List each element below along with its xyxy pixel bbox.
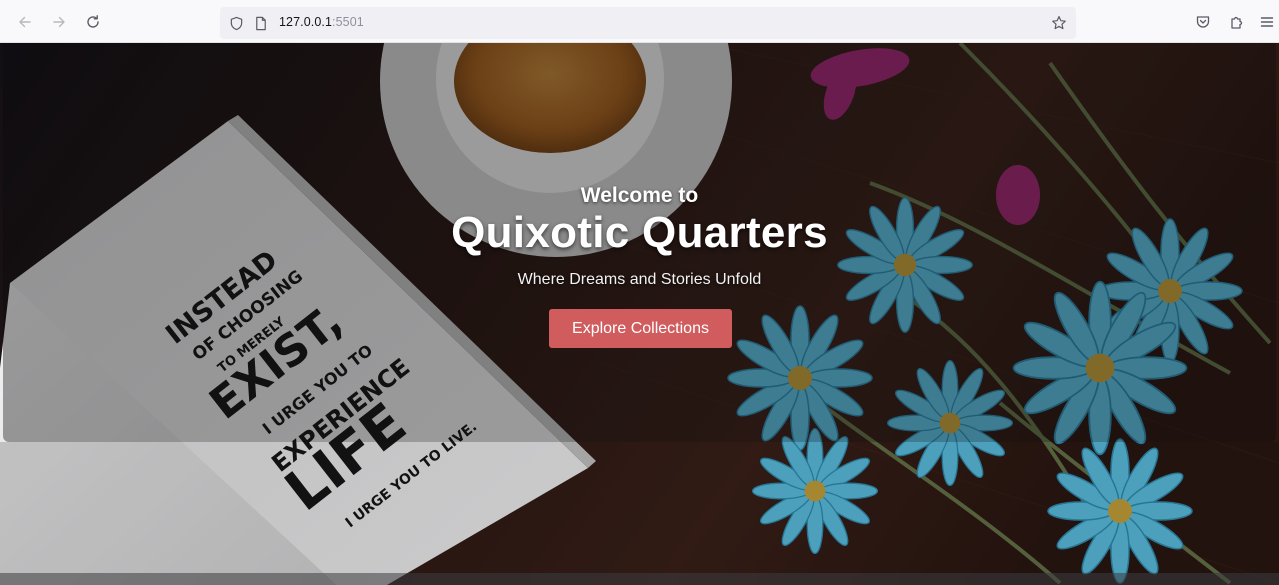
section-overlay: [0, 442, 1279, 585]
url-port: :5501: [332, 15, 364, 29]
back-button[interactable]: [11, 8, 39, 36]
address-bar[interactable]: 127.0.0.1:5501: [220, 7, 1076, 39]
url-host: 127.0.0.1: [279, 15, 333, 29]
page-icon[interactable]: [252, 14, 270, 32]
browser-toolbar: 127.0.0.1:5501: [0, 0, 1279, 43]
pocket-icon: [1196, 16, 1210, 28]
app-menu-button[interactable]: [1253, 8, 1279, 36]
welcome-text: Welcome to: [580, 184, 699, 207]
site-title: Quixotic Quarters: [451, 208, 828, 257]
extensions-button[interactable]: [1223, 8, 1251, 36]
webpage: INSTEAD OF CHOOSING TO MERELY EXIST, I U…: [0, 43, 1279, 585]
arrow-left-icon: [19, 16, 31, 28]
hamburger-menu-icon: [1260, 17, 1274, 27]
star-icon[interactable]: [1050, 14, 1068, 32]
shield-icon[interactable]: [227, 14, 245, 32]
pocket-button[interactable]: [1189, 8, 1217, 36]
url-text[interactable]: 127.0.0.1:5501: [279, 15, 364, 29]
reload-icon: [87, 15, 99, 28]
puzzle-icon: [1231, 16, 1243, 29]
forward-button[interactable]: [45, 8, 73, 36]
explore-collections-button[interactable]: Explore Collections: [549, 309, 732, 348]
reload-button[interactable]: [79, 8, 107, 36]
hero-section: Welcome to Quixotic Quarters Where Dream…: [0, 43, 1279, 442]
tagline: Where Dreams and Stories Unfold: [517, 271, 762, 288]
footer-edge: [0, 573, 1279, 585]
arrow-right-icon: [53, 16, 65, 28]
